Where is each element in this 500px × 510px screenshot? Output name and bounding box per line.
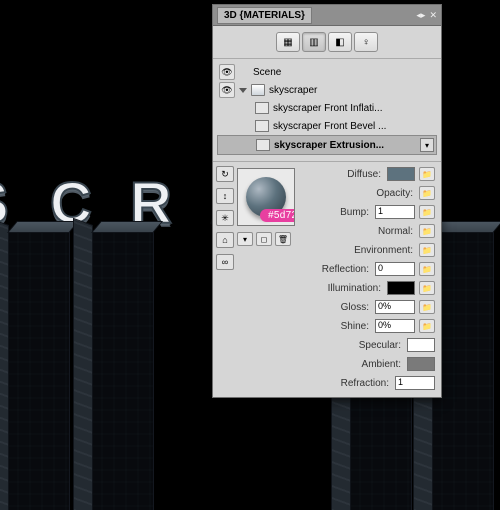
panel-titlebar[interactable]: 3D {MATERIALS} ◂▸ ✕ bbox=[213, 5, 441, 26]
folder-icon[interactable]: 📁 bbox=[419, 243, 435, 257]
folder-icon[interactable]: 📁 bbox=[419, 262, 435, 276]
preview-new[interactable]: ◻ bbox=[256, 232, 272, 246]
folder-icon[interactable]: 📁 bbox=[419, 167, 435, 181]
label-normal: Normal: bbox=[301, 226, 415, 237]
panel-collapse-icon[interactable]: ◂▸ bbox=[416, 10, 425, 21]
material-label: skyscraper Extrusion... bbox=[274, 140, 384, 151]
folder-icon[interactable]: 📁 bbox=[419, 205, 435, 219]
tool-link[interactable]: ∞ bbox=[216, 254, 234, 270]
tab-lights[interactable]: ◧ bbox=[328, 32, 352, 52]
tool-pan[interactable]: ↕ bbox=[216, 188, 234, 204]
material-icon bbox=[256, 139, 270, 151]
specular-swatch[interactable] bbox=[407, 338, 435, 352]
refraction-input[interactable]: 1 bbox=[395, 376, 435, 390]
preview-picker[interactable]: ▾ bbox=[237, 232, 253, 246]
tool-rotate[interactable]: ↻ bbox=[216, 166, 234, 182]
letter-r: R bbox=[130, 170, 196, 228]
folder-icon[interactable]: 📁 bbox=[419, 186, 435, 200]
shine-input[interactable]: 0% bbox=[375, 319, 415, 333]
visibility-toggle[interactable]: 👁 bbox=[219, 64, 235, 80]
panel-title: 3D {MATERIALS} bbox=[217, 7, 312, 24]
label-ambient: Ambient: bbox=[301, 359, 403, 370]
chevron-down-icon[interactable]: ▾ bbox=[420, 138, 434, 152]
folder-icon[interactable]: 📁 bbox=[419, 319, 435, 333]
label-reflection: Reflection: bbox=[301, 264, 371, 275]
materials-panel: 3D {MATERIALS} ◂▸ ✕ ▦ ▥ ◧ ♀ 👁 Scene 👁 sk… bbox=[212, 4, 442, 398]
material-label: skyscraper Front Inflati... bbox=[273, 103, 382, 114]
group-label: skyscraper bbox=[269, 85, 317, 96]
tool-column: ↻ ↕ ✳ ⌂ ∞ bbox=[213, 162, 237, 397]
letter-c: C bbox=[50, 170, 116, 228]
label-diffuse: Diffuse: bbox=[301, 169, 383, 180]
label-opacity: Opacity: bbox=[301, 188, 415, 199]
scene-tree: 👁 Scene 👁 skyscraper skyscraper Front In… bbox=[213, 59, 441, 162]
material-icon bbox=[255, 102, 269, 114]
disclosure-icon[interactable] bbox=[239, 88, 247, 93]
tool-light[interactable]: ✳ bbox=[216, 210, 234, 226]
material-preview[interactable]: #5d727e bbox=[237, 168, 295, 226]
hex-callout: #5d727e bbox=[260, 209, 295, 222]
material-row[interactable]: skyscraper Front Bevel ... bbox=[217, 117, 437, 135]
tool-home[interactable]: ⌂ bbox=[216, 232, 234, 248]
bump-input[interactable]: 1 bbox=[375, 205, 415, 219]
property-list: Diffuse: 📁 Opacity: 📁 Bump: 1 📁 Normal: 📁 Env… bbox=[299, 162, 441, 397]
scene-root-row[interactable]: 👁 Scene bbox=[217, 63, 437, 81]
extrusion-pillar bbox=[90, 230, 154, 510]
label-illum: Illumination: bbox=[301, 283, 383, 294]
folder-icon[interactable]: 📁 bbox=[419, 300, 435, 314]
visibility-toggle[interactable]: 👁 bbox=[219, 82, 235, 98]
ambient-swatch[interactable] bbox=[407, 357, 435, 371]
label-bump: Bump: bbox=[301, 207, 371, 218]
material-properties: ↻ ↕ ✳ ⌂ ∞ #5d727e ▾ ◻ 🗑 Diffuse: 📁 Opacit… bbox=[213, 162, 441, 397]
filter-tabs: ▦ ▥ ◧ ♀ bbox=[213, 26, 441, 59]
extrusion-pillar bbox=[6, 230, 70, 510]
tab-scene[interactable]: ♀ bbox=[354, 32, 378, 52]
preview-trash[interactable]: 🗑 bbox=[275, 232, 291, 246]
label-shine: Shine: bbox=[301, 321, 371, 332]
folder-icon[interactable]: 📁 bbox=[419, 281, 435, 295]
reflection-input[interactable]: 0 bbox=[375, 262, 415, 276]
scene-group-row[interactable]: 👁 skyscraper bbox=[217, 81, 437, 99]
diffuse-swatch[interactable] bbox=[387, 167, 415, 181]
material-label: skyscraper Front Bevel ... bbox=[273, 121, 386, 132]
material-row[interactable]: skyscraper Front Inflati... bbox=[217, 99, 437, 117]
label-gloss: Gloss: bbox=[301, 302, 371, 313]
letter-s: S bbox=[0, 170, 36, 228]
tab-materials[interactable]: ▥ bbox=[302, 32, 326, 52]
gloss-input[interactable]: 0% bbox=[375, 300, 415, 314]
label-refraction: Refraction: bbox=[301, 378, 391, 389]
material-icon bbox=[255, 120, 269, 132]
label-specular: Specular: bbox=[301, 340, 403, 351]
scene-label: Scene bbox=[253, 67, 281, 78]
label-env: Environment: bbox=[301, 245, 415, 256]
illumination-swatch[interactable] bbox=[387, 281, 415, 295]
panel-close-icon[interactable]: ✕ bbox=[429, 10, 437, 21]
tab-mesh[interactable]: ▦ bbox=[276, 32, 300, 52]
folder-icon[interactable]: 📁 bbox=[419, 224, 435, 238]
mesh-icon bbox=[251, 84, 265, 96]
material-row-selected[interactable]: skyscraper Extrusion... ▾ bbox=[217, 135, 437, 155]
